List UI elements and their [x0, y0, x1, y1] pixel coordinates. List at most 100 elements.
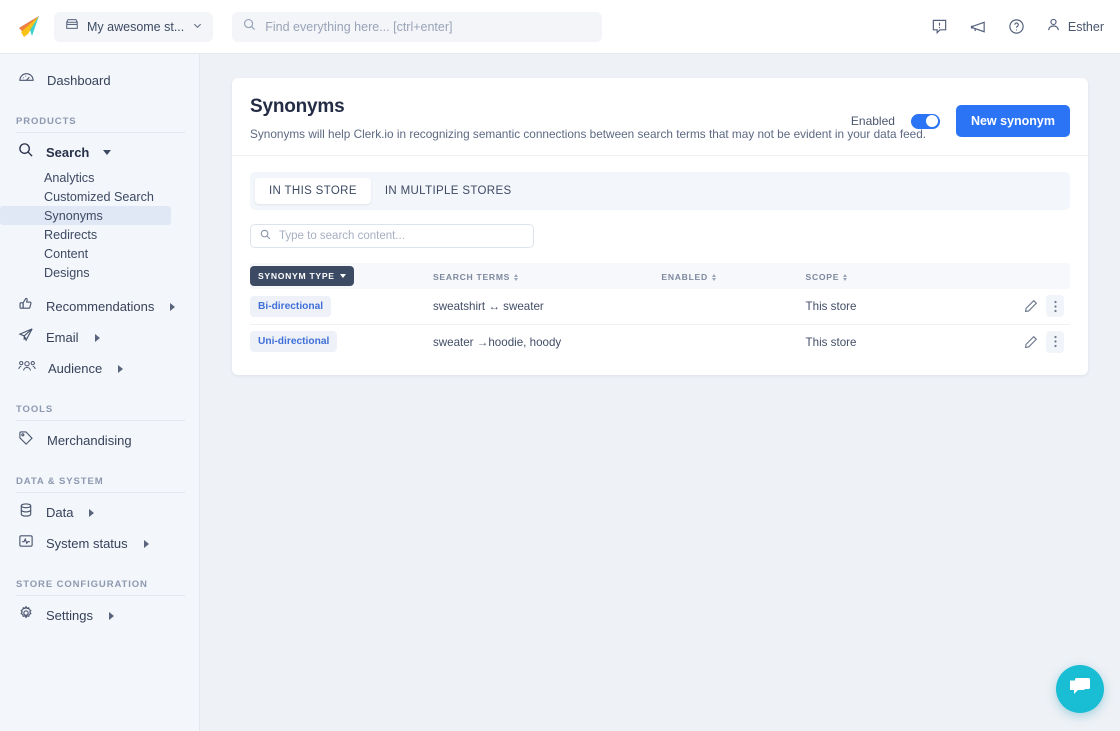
synonyms-enabled-toggle[interactable]: [911, 114, 940, 129]
store-selector[interactable]: My awesome st...: [54, 12, 213, 42]
sidebar-item-merchandising[interactable]: Merchandising: [0, 425, 199, 456]
audience-icon: [18, 358, 36, 379]
gear-icon: [18, 605, 34, 626]
clerk-paperplane-logo[interactable]: [14, 12, 44, 42]
sidebar-divider: [16, 132, 185, 133]
search-icon: [260, 227, 271, 245]
store-icon: [65, 17, 79, 36]
search-terms-value: sweatshirt ↔ sweater: [433, 300, 544, 313]
sidebar-item-settings[interactable]: Settings: [0, 600, 199, 631]
sidebar-merchandising-label: Merchandising: [47, 433, 132, 448]
sidebar-item-synonyms[interactable]: Synonyms: [0, 206, 171, 225]
synonyms-table: SYNONYM TYPE SEARCH TERMS ENABLED: [250, 263, 1070, 359]
sidebar-synonyms-label: Synonyms: [44, 209, 103, 223]
store-scope-tabs: IN THIS STORE IN MULTIPLE STORES: [250, 172, 1070, 210]
sidebar-email-label: Email: [46, 330, 79, 345]
sidebar-analytics-label: Analytics: [44, 171, 94, 185]
sidebar-item-data[interactable]: Data: [0, 497, 199, 528]
sidebar-system-status-label: System status: [46, 536, 128, 551]
sidebar-customized-search-label: Customized Search: [44, 190, 154, 204]
sidebar-item-recommendations[interactable]: Recommendations: [0, 291, 199, 322]
chevron-right-icon: [144, 540, 149, 548]
sidebar-item-designs[interactable]: Designs: [0, 263, 171, 282]
global-search-field[interactable]: Find everything here... [ctrl+enter]: [232, 12, 602, 42]
sort-icon: [843, 274, 847, 281]
card-header-actions: Enabled New synonym: [851, 105, 1070, 137]
chevron-right-icon: [95, 334, 100, 342]
column-actions: [977, 263, 1070, 289]
chevron-right-icon: [118, 365, 123, 373]
column-search-terms-label: SEARCH TERMS: [433, 272, 510, 282]
tag-icon: [18, 430, 35, 451]
chat-bubble-icon: [1067, 675, 1093, 704]
top-bar: My awesome st... Find everything here...…: [0, 0, 1120, 54]
kebab-menu-icon[interactable]: [1046, 295, 1064, 317]
toggle-knob: [649, 308, 660, 319]
pencil-icon[interactable]: [1024, 335, 1038, 349]
chevron-right-icon: [109, 612, 114, 620]
column-enabled: ENABLED: [661, 263, 805, 289]
chevron-down-icon: [103, 150, 111, 155]
user-icon: [1046, 17, 1061, 37]
sidebar-item-search[interactable]: Search: [0, 137, 199, 168]
sidebar-item-audience[interactable]: Audience: [0, 353, 199, 384]
megaphone-icon[interactable]: [969, 18, 987, 36]
table-row[interactable]: Uni-directional sweater →hoodie, hoody T…: [250, 324, 1070, 359]
help-icon[interactable]: [1008, 18, 1025, 35]
card-header: Synonyms Synonyms will help Clerk.io in …: [232, 78, 1088, 156]
toggle-knob: [926, 115, 938, 127]
synonym-type-badge: Uni-directional: [250, 331, 337, 352]
sidebar-content-label: Content: [44, 247, 88, 261]
column-scope-label: SCOPE: [806, 272, 840, 282]
user-name-label: Esther: [1068, 20, 1104, 34]
sort-icon: [514, 274, 518, 281]
synonyms-card: Synonyms Synonyms will help Clerk.io in …: [232, 78, 1088, 375]
content-search-placeholder: Type to search content...: [279, 230, 405, 242]
user-menu[interactable]: Esther: [1046, 17, 1104, 37]
tab-in-multiple-stores[interactable]: IN MULTIPLE STORES: [371, 178, 526, 204]
sidebar-item-analytics[interactable]: Analytics: [0, 168, 171, 187]
scope-value: This store: [806, 300, 857, 313]
sidebar-section-products: PRODUCTS: [16, 116, 199, 127]
column-synonym-type-filter[interactable]: SYNONYM TYPE: [250, 266, 354, 286]
column-synonym-type: SYNONYM TYPE: [250, 263, 433, 289]
chat-widget-button[interactable]: [1056, 665, 1104, 713]
chevron-right-icon: [170, 303, 175, 311]
column-search-terms-sort[interactable]: SEARCH TERMS: [433, 272, 518, 282]
sidebar-recommendations-label: Recommendations: [46, 299, 154, 314]
column-enabled-label: ENABLED: [661, 272, 707, 282]
caret-down-icon: [340, 274, 346, 278]
sidebar-redirects-label: Redirects: [44, 228, 97, 242]
content-search-field[interactable]: Type to search content...: [250, 224, 534, 248]
column-scope-sort[interactable]: SCOPE: [806, 272, 848, 282]
sidebar-item-email[interactable]: Email: [0, 322, 199, 353]
pulse-icon: [18, 533, 34, 554]
sidebar-item-system-status[interactable]: System status: [0, 528, 199, 559]
table-row[interactable]: Bi-directional sweatshirt ↔ sweater This…: [250, 289, 1070, 324]
chevron-down-icon: [192, 18, 203, 36]
column-synonym-type-label: SYNONYM TYPE: [258, 271, 335, 281]
pencil-icon[interactable]: [1024, 299, 1038, 313]
sidebar-search-label: Search: [46, 145, 89, 160]
sidebar-item-customized-search[interactable]: Customized Search: [0, 187, 171, 206]
sidebar-audience-label: Audience: [48, 361, 102, 376]
global-search-placeholder: Find everything here... [ctrl+enter]: [265, 20, 452, 34]
sidebar-item-content[interactable]: Content: [0, 244, 171, 263]
kebab-menu-icon[interactable]: [1046, 331, 1064, 353]
sort-icon: [712, 274, 716, 281]
sidebar-settings-label: Settings: [46, 608, 93, 623]
row-actions: [977, 295, 1070, 317]
sidebar-section-store-configuration: STORE CONFIGURATION: [16, 579, 199, 590]
sidebar-divider: [16, 420, 185, 421]
tab-in-this-store[interactable]: IN THIS STORE: [255, 178, 371, 204]
card-body: IN THIS STORE IN MULTIPLE STORES Type to…: [232, 156, 1088, 359]
column-search-terms: SEARCH TERMS: [433, 263, 661, 289]
sidebar-item-redirects[interactable]: Redirects: [0, 225, 171, 244]
sidebar-item-dashboard[interactable]: Dashboard: [0, 64, 199, 96]
synonym-type-badge: Bi-directional: [250, 296, 331, 317]
search-icon: [243, 18, 256, 36]
top-bar-actions: Esther: [931, 17, 1104, 37]
feedback-icon[interactable]: [931, 18, 948, 35]
column-enabled-sort[interactable]: ENABLED: [661, 272, 715, 282]
new-synonym-button[interactable]: New synonym: [956, 105, 1070, 137]
